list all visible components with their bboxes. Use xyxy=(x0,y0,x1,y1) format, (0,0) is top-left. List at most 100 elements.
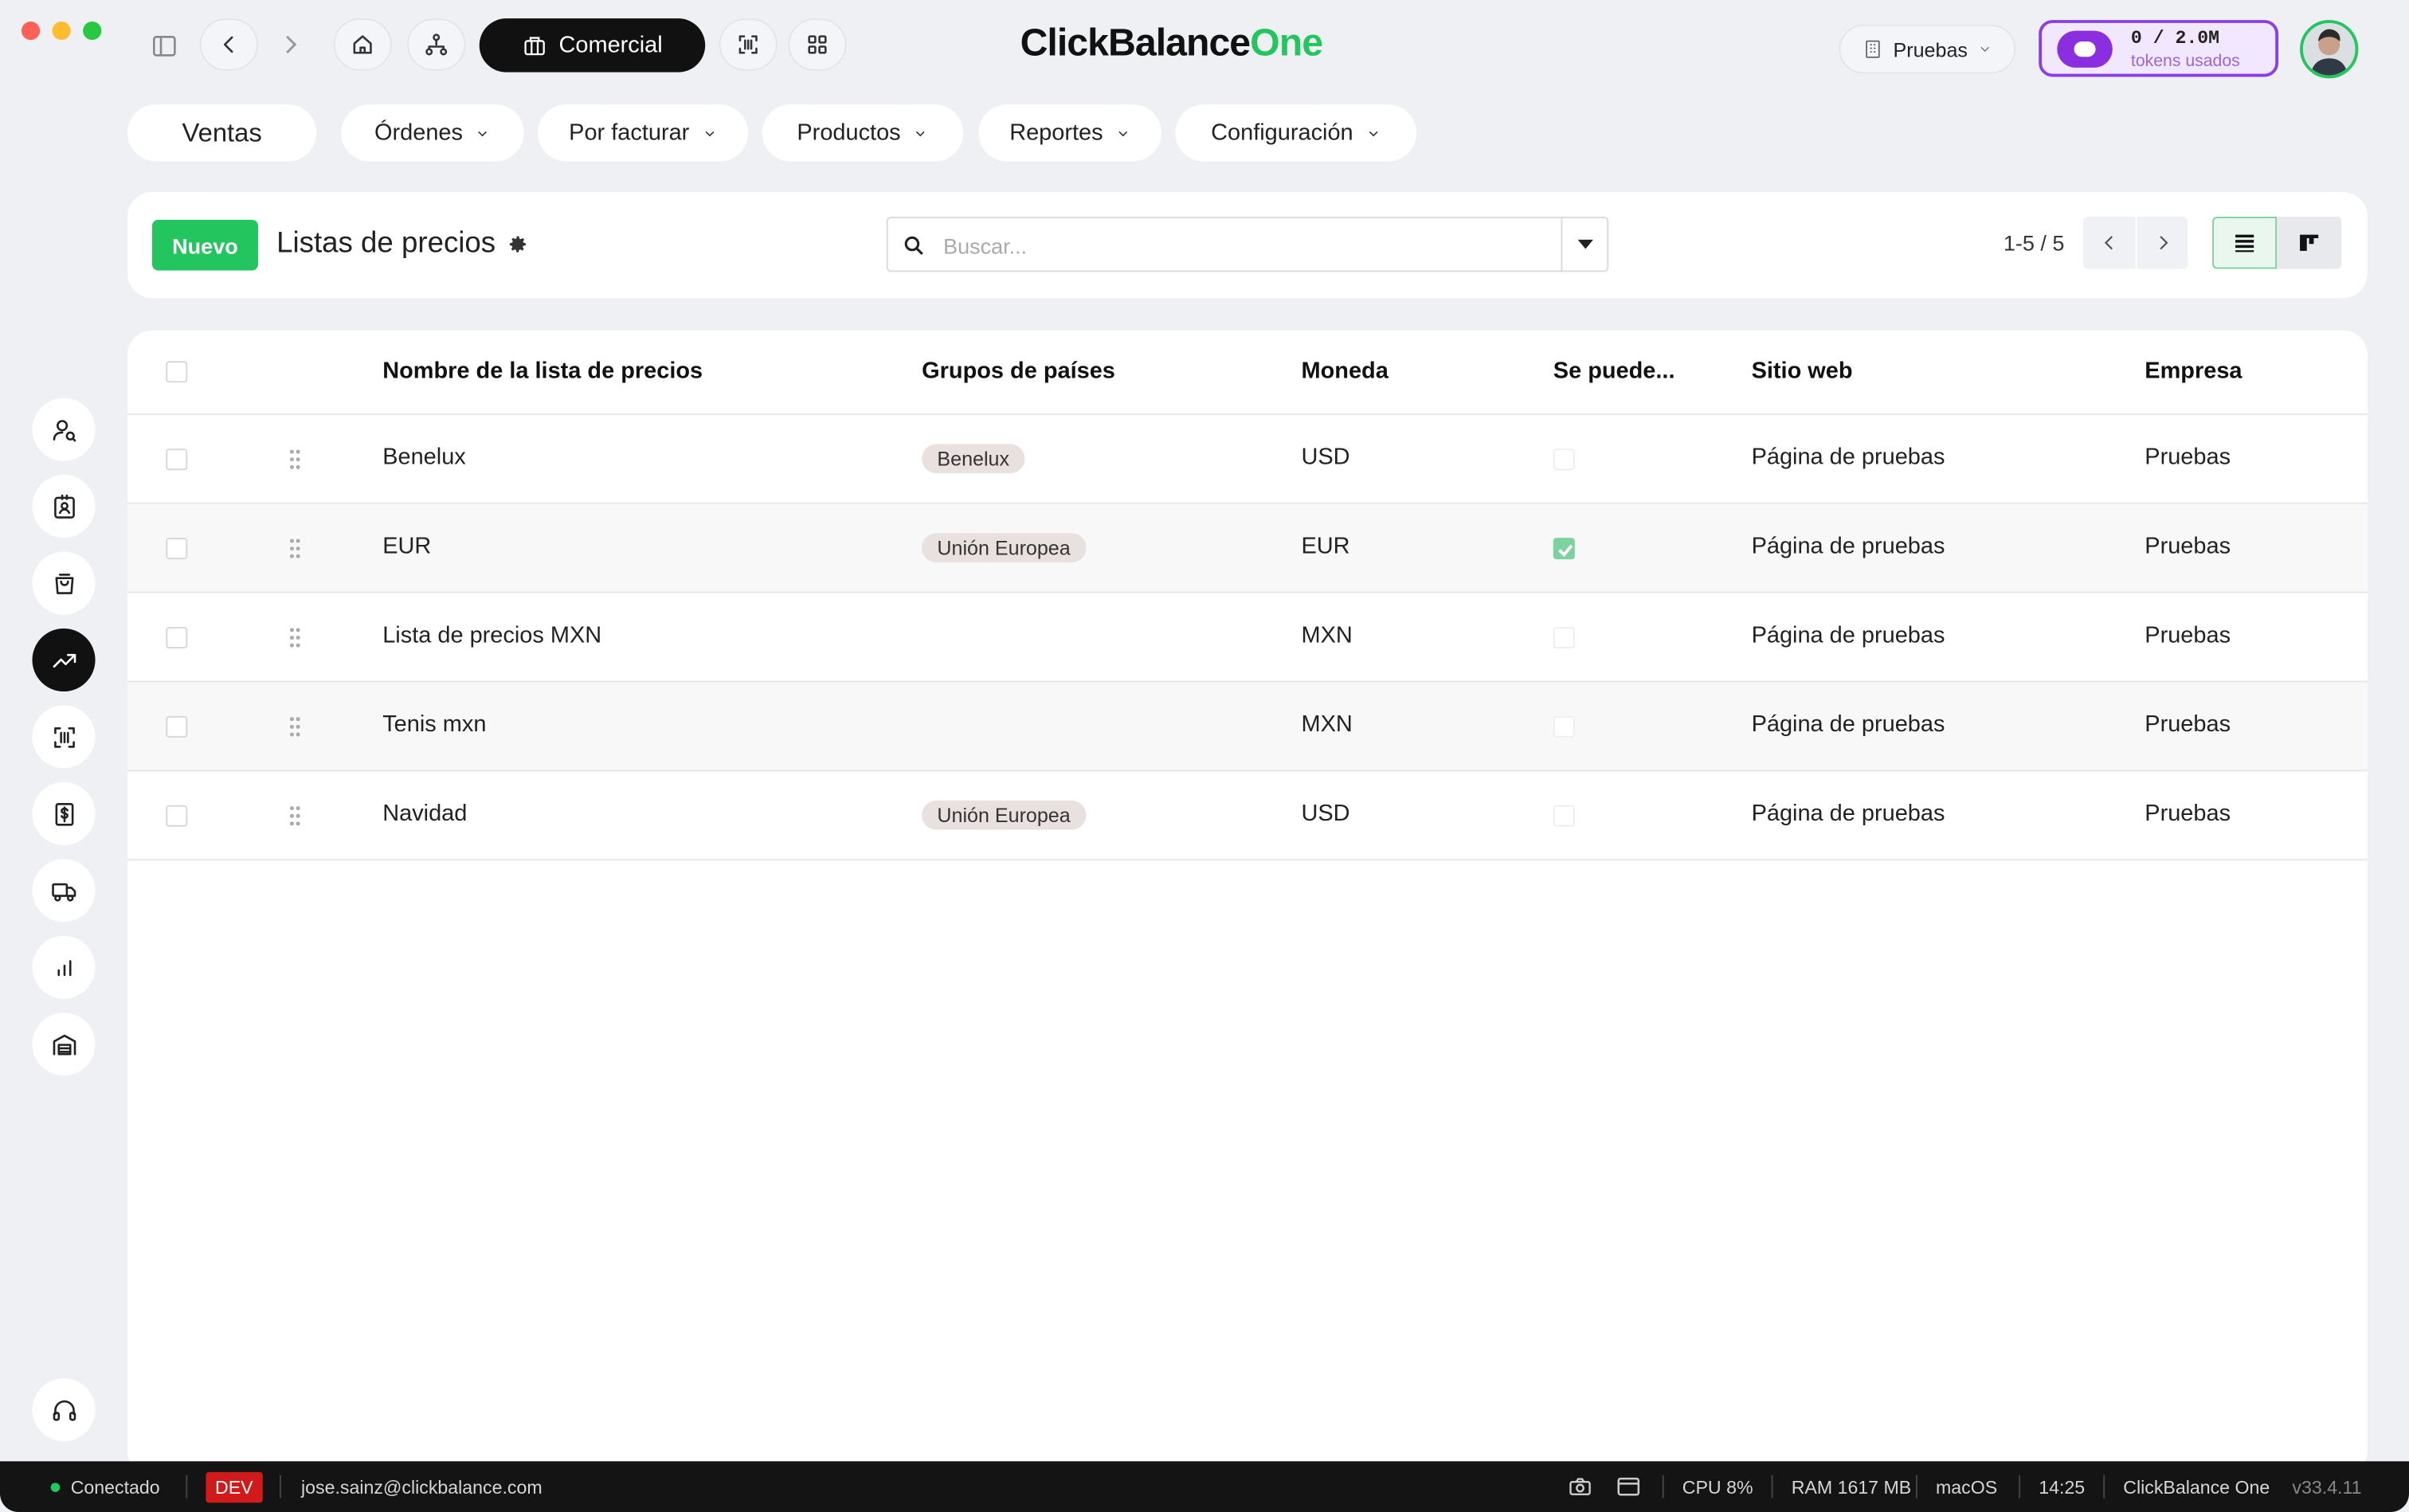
table-row[interactable]: Tenis mxn MXN Página de pruebas Pruebas xyxy=(127,680,2368,770)
toggle-icon xyxy=(2057,29,2113,67)
kanban-icon xyxy=(2300,234,2319,251)
column-header-selectable[interactable]: Se puede... xyxy=(1553,358,1675,384)
list-view-button[interactable] xyxy=(2212,216,2278,269)
cell-website: Página de pruebas xyxy=(1751,622,1945,648)
grid-icon xyxy=(808,35,827,54)
column-header-website[interactable]: Sitio web xyxy=(1752,358,1853,384)
column-header-company[interactable]: Empresa xyxy=(2145,358,2242,384)
home-icon xyxy=(353,35,372,54)
apps-grid-button[interactable] xyxy=(788,18,847,71)
row-checkbox[interactable] xyxy=(166,805,188,827)
chevron-down-icon xyxy=(1118,130,1128,136)
company-selector[interactable]: Pruebas xyxy=(1839,24,2016,74)
nav-item-por-facturar[interactable]: Por facturar xyxy=(537,104,749,162)
new-button[interactable]: Nuevo xyxy=(151,219,258,271)
sidebar-item-contacts[interactable] xyxy=(32,398,96,461)
nav-item-ordenes[interactable]: Órdenes xyxy=(341,104,524,162)
minimize-window-button[interactable] xyxy=(52,22,71,41)
forward-button[interactable] xyxy=(276,31,304,59)
row-checkbox[interactable] xyxy=(166,715,188,738)
cell-company: Pruebas xyxy=(2145,800,2231,827)
scan-button[interactable] xyxy=(719,18,778,71)
search-input[interactable] xyxy=(943,227,1543,264)
cell-company: Pruebas xyxy=(2145,622,2231,648)
connection-dot-icon xyxy=(50,1483,61,1492)
nav-item-reportes[interactable]: Reportes xyxy=(978,104,1161,162)
id-card-icon xyxy=(53,493,74,518)
table-row[interactable]: Lista de precios MXN MXN Página de prueb… xyxy=(127,591,2368,681)
nav-item-productos[interactable]: Productos xyxy=(762,104,964,162)
check-icon xyxy=(1558,544,1573,558)
search-box xyxy=(886,216,1609,272)
avatar[interactable] xyxy=(2300,20,2359,79)
select-all-checkbox[interactable] xyxy=(166,361,188,383)
cell-company: Pruebas xyxy=(2145,444,2231,471)
nav-item-configuracion[interactable]: Configuración xyxy=(1175,104,1417,162)
org-chart-button[interactable] xyxy=(407,18,466,71)
cell-company: Pruebas xyxy=(2145,533,2231,560)
country-group-tag: Unión Europea xyxy=(922,800,1086,830)
barcode-scan-icon xyxy=(53,727,74,747)
drag-handle-icon[interactable] xyxy=(289,627,301,648)
tokens-caption: tokens usados xyxy=(2130,52,2240,71)
nav-item-label: Configuración xyxy=(1211,119,1353,147)
drag-handle-icon[interactable] xyxy=(289,449,301,470)
zoom-window-button[interactable] xyxy=(83,22,102,41)
camera-icon[interactable] xyxy=(1569,1477,1592,1497)
selectable-checkbox xyxy=(1553,449,1575,471)
column-header-currency[interactable]: Moneda xyxy=(1301,358,1388,384)
gear-icon[interactable] xyxy=(507,233,528,255)
row-checkbox[interactable] xyxy=(166,626,188,648)
sidebar-item-shop[interactable] xyxy=(32,551,96,615)
sidebar-item-support[interactable] xyxy=(32,1378,96,1442)
app-switcher-label: Comercial xyxy=(558,32,663,59)
close-window-button[interactable] xyxy=(21,22,41,41)
window-icon[interactable] xyxy=(1616,1477,1641,1497)
chevron-down-icon xyxy=(1980,46,1989,53)
row-checkbox[interactable] xyxy=(166,538,188,560)
sidebar-item-reports[interactable] xyxy=(32,935,96,999)
chevron-down-icon xyxy=(705,130,714,136)
cell-name: Tenis mxn xyxy=(382,711,487,738)
nav-home-ventas[interactable]: Ventas xyxy=(127,104,317,162)
sidebar-toggle-icon[interactable] xyxy=(147,31,181,62)
chevron-down-icon xyxy=(1369,130,1378,136)
cell-name: Navidad xyxy=(382,800,468,827)
search-options-dropdown[interactable] xyxy=(1561,217,1607,271)
bar-chart-icon xyxy=(57,959,71,976)
home-button[interactable] xyxy=(333,18,392,71)
sidebar-item-scanner[interactable] xyxy=(32,705,96,769)
sidebar-item-warehouse[interactable] xyxy=(32,1013,96,1076)
pager-range: 1-5 / 5 xyxy=(2003,230,2065,256)
os-name: macOS xyxy=(1935,1476,1998,1498)
cpu-usage: CPU 8% xyxy=(1682,1476,1753,1498)
drag-handle-icon[interactable] xyxy=(289,805,301,827)
table-row[interactable]: EUR Unión Europea EUR Página de pruebas … xyxy=(127,502,2368,592)
prev-page-button[interactable] xyxy=(2083,216,2136,269)
cell-website: Página de pruebas xyxy=(1751,533,1945,560)
kanban-view-button[interactable] xyxy=(2277,216,2342,269)
app-switcher-button[interactable]: Comercial xyxy=(479,18,706,72)
country-group-tag: Unión Europea xyxy=(922,533,1086,562)
cell-currency: EUR xyxy=(1301,533,1350,560)
back-button[interactable] xyxy=(199,18,258,71)
token-usage-widget[interactable]: 0 / 2.0M tokens usados xyxy=(2039,20,2279,77)
sidebar-item-clients[interactable] xyxy=(32,475,96,539)
column-header-name[interactable]: Nombre de la lista de precios xyxy=(382,358,703,384)
chevron-left-icon xyxy=(223,36,233,53)
cell-website: Página de pruebas xyxy=(1751,800,1945,827)
drag-handle-icon[interactable] xyxy=(289,538,301,559)
next-page-button[interactable] xyxy=(2135,216,2188,269)
sidebar-item-invoices[interactable] xyxy=(32,781,96,845)
column-header-country-groups[interactable]: Grupos de países xyxy=(922,358,1115,384)
caret-down-icon xyxy=(1577,239,1592,249)
page-title-text: Listas de precios xyxy=(276,227,496,260)
sidebar-item-shipping[interactable] xyxy=(32,859,96,922)
sidebar-item-sales[interactable] xyxy=(32,628,96,691)
brand-logo: ClickBalanceOne xyxy=(1020,22,1323,66)
row-checkbox[interactable] xyxy=(166,449,188,471)
cell-currency: MXN xyxy=(1301,711,1353,738)
table-row[interactable]: Benelux Benelux USD Página de pruebas Pr… xyxy=(127,413,2368,503)
table-row[interactable]: Navidad Unión Europea USD Página de prue… xyxy=(127,770,2368,861)
drag-handle-icon[interactable] xyxy=(289,716,301,738)
